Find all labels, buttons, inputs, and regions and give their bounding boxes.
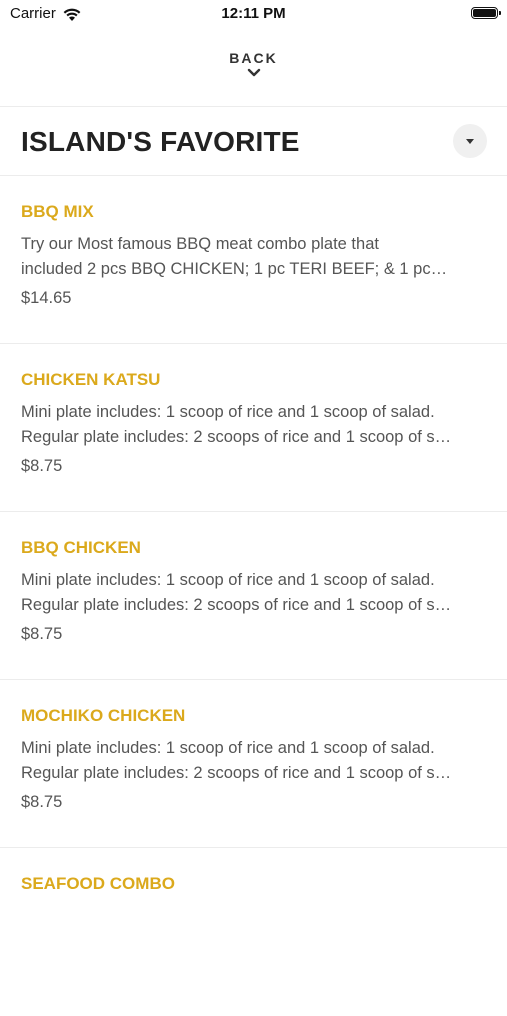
item-description-line: Mini plate includes: 1 scoop of rice and… [21, 403, 435, 421]
item-name: BBQ MIX [21, 202, 94, 221]
item-price: $8.75 [21, 793, 63, 811]
category-header: ISLAND'S FAVORITE [0, 107, 507, 175]
menu-item-bbq-chicken[interactable]: BBQ CHICKEN Mini plate includes: 1 scoop… [0, 512, 507, 680]
item-description: Try our Most famous BBQ meat combo plate… [21, 232, 483, 282]
item-price: $8.75 [21, 457, 63, 475]
status-bar: Carrier 12:11 PM [0, 0, 507, 30]
item-price: $14.65 [21, 289, 72, 307]
item-description-line: Regular plate includes: 2 scoops of rice… [21, 428, 452, 446]
item-description-line: Mini plate includes: 1 scoop of rice and… [21, 571, 435, 589]
menu-item-bbq-mix[interactable]: BBQ MIX Try our Most famous BBQ meat com… [0, 176, 507, 344]
item-description-line: Regular plate includes: 2 scoops of rice… [21, 764, 452, 782]
menu-list: BBQ MIX Try our Most famous BBQ meat com… [0, 176, 507, 1016]
status-time: 12:11 PM [221, 5, 286, 22]
caret-down-icon [466, 139, 474, 144]
category-dropdown-button[interactable] [453, 124, 487, 158]
item-description-line: Mini plate includes: 1 scoop of rice and… [21, 739, 435, 757]
back-label: BACK [229, 50, 278, 66]
item-description: Mini plate includes: 1 scoop of rice and… [21, 568, 483, 618]
item-description: Mini plate includes: 1 scoop of rice and… [21, 400, 483, 450]
item-price: $8.75 [21, 625, 63, 643]
item-name: BBQ CHICKEN [21, 538, 141, 557]
menu-item-chicken-katsu[interactable]: CHICKEN KATSU Mini plate includes: 1 sco… [0, 344, 507, 512]
item-description-line: Try our Most famous BBQ meat combo plate… [21, 235, 379, 253]
item-name: MOCHIKO CHICKEN [21, 706, 186, 725]
item-description-line: Regular plate includes: 2 scoops of rice… [21, 596, 452, 614]
category-title: ISLAND'S FAVORITE [21, 126, 300, 157]
item-name: SEAFOOD COMBO [21, 874, 175, 893]
menu-item-seafood-combo[interactable]: SEAFOOD COMBO [0, 848, 507, 1016]
item-description: Mini plate includes: 1 scoop of rice and… [21, 736, 483, 786]
item-name: CHICKEN KATSU [21, 370, 161, 389]
menu-item-mochiko-chicken[interactable]: MOCHIKO CHICKEN Mini plate includes: 1 s… [0, 680, 507, 848]
battery-icon [471, 7, 501, 19]
chevron-down-icon [247, 68, 260, 77]
back-button[interactable]: BACK [0, 44, 507, 104]
item-description-line: included 2 pcs BBQ CHICKEN; 1 pc TERI BE… [21, 260, 448, 278]
